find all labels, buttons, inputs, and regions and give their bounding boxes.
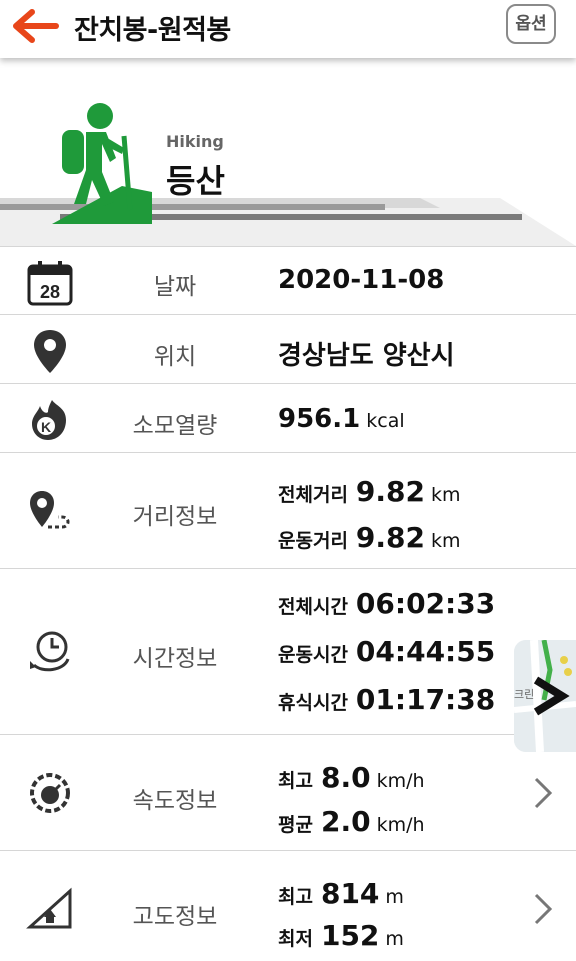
calendar-icon: 28 (27, 261, 73, 306)
total-distance: 전체거리 9.82 km (278, 475, 461, 508)
location-pin-icon (34, 330, 66, 373)
calorie-flame-icon: K (32, 400, 66, 440)
rest-time-key: 휴식시간 (278, 692, 348, 714)
exercise-distance: 운동거리 9.82 km (278, 521, 461, 554)
back-arrow-icon (13, 9, 59, 43)
route-distance-icon (30, 491, 70, 529)
max-speed-value: 8.0 (320, 761, 371, 794)
options-button[interactable]: 옵션 (506, 4, 556, 44)
speed-row[interactable]: 속도정보 최고 8.0 km/h 평균 2.0 km/h (0, 734, 576, 851)
calendar-day: 28 (40, 282, 60, 302)
activity-type-en: Hiking (166, 132, 224, 151)
activity-banner: Hiking 등산 (0, 58, 576, 246)
rest-time-value: 01:17:38 (355, 683, 496, 716)
avg-speed-key: 평균 (278, 814, 313, 836)
total-time-key: 전체시간 (278, 596, 348, 618)
total-time: 전체시간 06:02:33 (278, 587, 495, 620)
total-distance-key: 전체거리 (278, 484, 348, 506)
back-button[interactable] (10, 6, 60, 46)
min-altitude: 최저 152 m (278, 919, 404, 952)
max-altitude-key: 최고 (278, 886, 313, 908)
total-distance-value: 9.82 (355, 475, 426, 508)
chevron-right-icon[interactable] (530, 773, 556, 813)
exercise-distance-key: 운동거리 (278, 530, 348, 552)
exercise-time-value: 04:44:55 (355, 635, 496, 668)
map-thumbnail-button[interactable]: 크린 (514, 640, 576, 752)
speed-label: 속도정보 (132, 788, 218, 814)
exercise-distance-unit: km (431, 530, 461, 552)
altitude-label: 고도정보 (132, 904, 218, 930)
hiker-icon (52, 103, 152, 224)
avg-speed-value: 2.0 (320, 805, 371, 838)
app-header: 잔치봉-원적봉 옵션 (0, 0, 576, 58)
calories-number: 956.1 (278, 404, 361, 434)
max-speed: 최고 8.0 km/h (278, 761, 425, 794)
min-altitude-key: 최저 (278, 928, 313, 950)
time-label: 시간정보 (132, 646, 218, 672)
location-label: 위치 (153, 344, 197, 370)
date-value: 2020-11-08 (278, 265, 445, 295)
avg-speed: 평균 2.0 km/h (278, 805, 425, 838)
total-distance-unit: km (431, 484, 461, 506)
map-thumb-label: 크린 (514, 689, 535, 701)
min-altitude-unit: m (385, 928, 404, 950)
calories-unit: kcal (366, 410, 405, 432)
clock-icon (30, 631, 70, 672)
speedometer-icon (30, 773, 70, 813)
distance-label: 거리정보 (132, 504, 218, 530)
calories-row: K 소모열량 956.1 kcal (0, 383, 576, 453)
avg-speed-unit: km/h (376, 814, 425, 836)
location-row: 위치 경상남도 양산시 (0, 314, 576, 384)
altitude-row[interactable]: 고도정보 최고 814 m 최저 152 m (0, 850, 576, 961)
calories-label: 소모열량 (132, 413, 218, 439)
exercise-time-key: 운동시간 (278, 644, 348, 666)
calories-value: 956.1 kcal (278, 404, 405, 434)
exercise-distance-value: 9.82 (355, 521, 426, 554)
max-altitude-value: 814 (320, 877, 380, 910)
location-value: 경상남도 양산시 (278, 341, 455, 371)
chevron-right-icon[interactable] (530, 889, 556, 929)
date-row: 28 날짜 2020-11-08 (0, 246, 576, 315)
max-speed-unit: km/h (376, 770, 425, 792)
time-row: 시간정보 전체시간 06:02:33 운동시간 04:44:55 휴식시간 01:17… (0, 568, 576, 735)
activity-type-ko: 등산 (166, 162, 225, 200)
total-time-value: 06:02:33 (355, 587, 496, 620)
date-label: 날짜 (153, 274, 197, 300)
rest-time: 휴식시간 01:17:38 (278, 683, 495, 716)
exercise-time: 운동시간 04:44:55 (278, 635, 495, 668)
max-speed-key: 최고 (278, 770, 313, 792)
distance-row: 거리정보 전체거리 9.82 km 운동거리 9.82 km (0, 452, 576, 569)
max-altitude: 최고 814 m (278, 877, 404, 910)
page-title: 잔치봉-원적봉 (74, 15, 231, 46)
altitude-slope-icon (26, 887, 72, 929)
max-altitude-unit: m (385, 886, 404, 908)
svg-text:K: K (41, 419, 51, 435)
min-altitude-value: 152 (320, 919, 380, 952)
